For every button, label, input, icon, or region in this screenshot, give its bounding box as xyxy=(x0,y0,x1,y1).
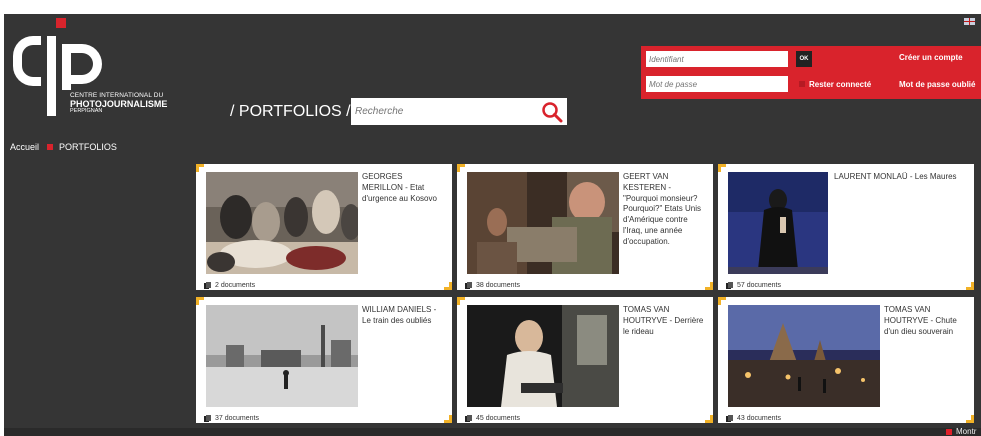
portfolio-card[interactable]: TOMAS VAN HOUTRYVE - Chute d'un dieu sou… xyxy=(718,297,974,423)
logo-letter-p xyxy=(62,44,102,84)
portfolio-card[interactable]: GEERT VAN KESTEREN - "Pourquoi monsieur?… xyxy=(457,164,713,290)
documents-count-label: 2 documents xyxy=(215,282,256,289)
logo-line-3: PERPIGNAN xyxy=(70,108,103,115)
search-icon[interactable] xyxy=(541,101,563,123)
bottom-bar-label[interactable]: Montr xyxy=(956,427,976,436)
corner-accent xyxy=(705,282,713,290)
portfolio-caption[interactable]: LAURENT MONLAÜ - Les Maures xyxy=(834,172,974,183)
corner-accent xyxy=(444,415,452,423)
corner-accent xyxy=(444,282,452,290)
remember-label[interactable]: Rester connecté xyxy=(809,80,871,89)
portfolio-caption[interactable]: TOMAS VAN HOUTRYVE - Derrière le rideau xyxy=(623,305,705,337)
corner-accent xyxy=(196,297,204,305)
corner-accent xyxy=(196,164,204,172)
create-account-link[interactable]: Créer un compte xyxy=(899,53,963,62)
portfolio-thumbnail[interactable] xyxy=(206,172,358,274)
documents-icon xyxy=(204,415,211,422)
password-field[interactable] xyxy=(646,76,788,92)
corner-accent xyxy=(718,164,726,172)
documents-count-label: 37 documents xyxy=(215,415,259,422)
documents-count-label: 43 documents xyxy=(737,415,781,422)
documents-count: 45 documents xyxy=(465,415,520,422)
bottom-bar: Montr xyxy=(4,427,981,436)
portfolio-thumbnail[interactable] xyxy=(467,305,619,407)
documents-count: 38 documents xyxy=(465,282,520,289)
corner-accent xyxy=(718,297,726,305)
documents-icon xyxy=(465,415,472,422)
language-flag-icon[interactable] xyxy=(964,18,975,25)
portfolio-card[interactable]: LAURENT MONLAÜ - Les Maures 57 documents xyxy=(718,164,974,290)
portfolio-caption[interactable]: WILLIAM DANIELS - Le train des oubliés xyxy=(362,305,444,327)
corner-accent xyxy=(705,415,713,423)
logo-text: CENTRE INTERNATIONAL DU PHOTOJOURNALISME… xyxy=(70,92,167,115)
portfolio-thumbnail[interactable] xyxy=(728,172,828,274)
documents-icon xyxy=(465,282,472,289)
forgot-password-link[interactable]: Mot de passe oublié xyxy=(899,80,975,89)
app-window: CENTRE INTERNATIONAL DU PHOTOJOURNALISME… xyxy=(4,14,981,428)
breadcrumb-home[interactable]: Accueil xyxy=(10,142,39,152)
portfolio-caption[interactable]: GEERT VAN KESTEREN - "Pourquoi monsieur?… xyxy=(623,172,705,248)
portfolio-thumbnail[interactable] xyxy=(728,305,880,407)
login-ok-button[interactable]: OK xyxy=(796,51,812,67)
portfolio-card[interactable]: GEORGES MERILLON - Etat d'urgence au Kos… xyxy=(196,164,452,290)
documents-count: 2 documents xyxy=(204,282,255,289)
documents-count-label: 45 documents xyxy=(476,415,520,422)
login-panel: OK Créer un compte Rester connecté Mot d… xyxy=(641,46,981,99)
documents-icon xyxy=(726,415,733,422)
corner-accent xyxy=(457,297,465,305)
portfolio-caption[interactable]: TOMAS VAN HOUTRYVE - Chute d'un dieu sou… xyxy=(884,305,966,337)
documents-count-label: 57 documents xyxy=(737,282,781,289)
documents-count-label: 38 documents xyxy=(476,282,520,289)
corner-accent xyxy=(966,282,974,290)
bottom-red-marker xyxy=(946,429,952,435)
portfolio-thumbnail[interactable] xyxy=(467,172,619,274)
documents-count: 57 documents xyxy=(726,282,781,289)
breadcrumb-current: PORTFOLIOS xyxy=(59,142,117,152)
portfolio-caption[interactable]: GEORGES MERILLON - Etat d'urgence au Kos… xyxy=(362,172,444,204)
portfolio-card[interactable]: WILLIAM DANIELS - Le train des oubliés 3… xyxy=(196,297,452,423)
page-title: / PORTFOLIOS / xyxy=(230,103,351,120)
documents-count: 43 documents xyxy=(726,415,781,422)
documents-icon xyxy=(726,282,733,289)
logo-letter-c xyxy=(13,36,41,86)
corner-accent xyxy=(966,415,974,423)
corner-accent xyxy=(457,164,465,172)
portfolio-thumbnail[interactable] xyxy=(206,305,358,407)
documents-count: 37 documents xyxy=(204,415,259,422)
documents-icon xyxy=(204,282,211,289)
breadcrumb-separator xyxy=(47,144,54,150)
logo-red-square xyxy=(56,18,66,28)
logo-letter-i xyxy=(47,36,56,116)
portfolio-card[interactable]: TOMAS VAN HOUTRYVE - Derrière le rideau … xyxy=(457,297,713,423)
search-box xyxy=(351,98,567,125)
breadcrumb: Accueil PORTFOLIOS xyxy=(10,142,117,152)
identifiant-field[interactable] xyxy=(646,51,788,67)
remember-checkbox[interactable] xyxy=(799,81,805,87)
search-input[interactable] xyxy=(355,102,535,121)
